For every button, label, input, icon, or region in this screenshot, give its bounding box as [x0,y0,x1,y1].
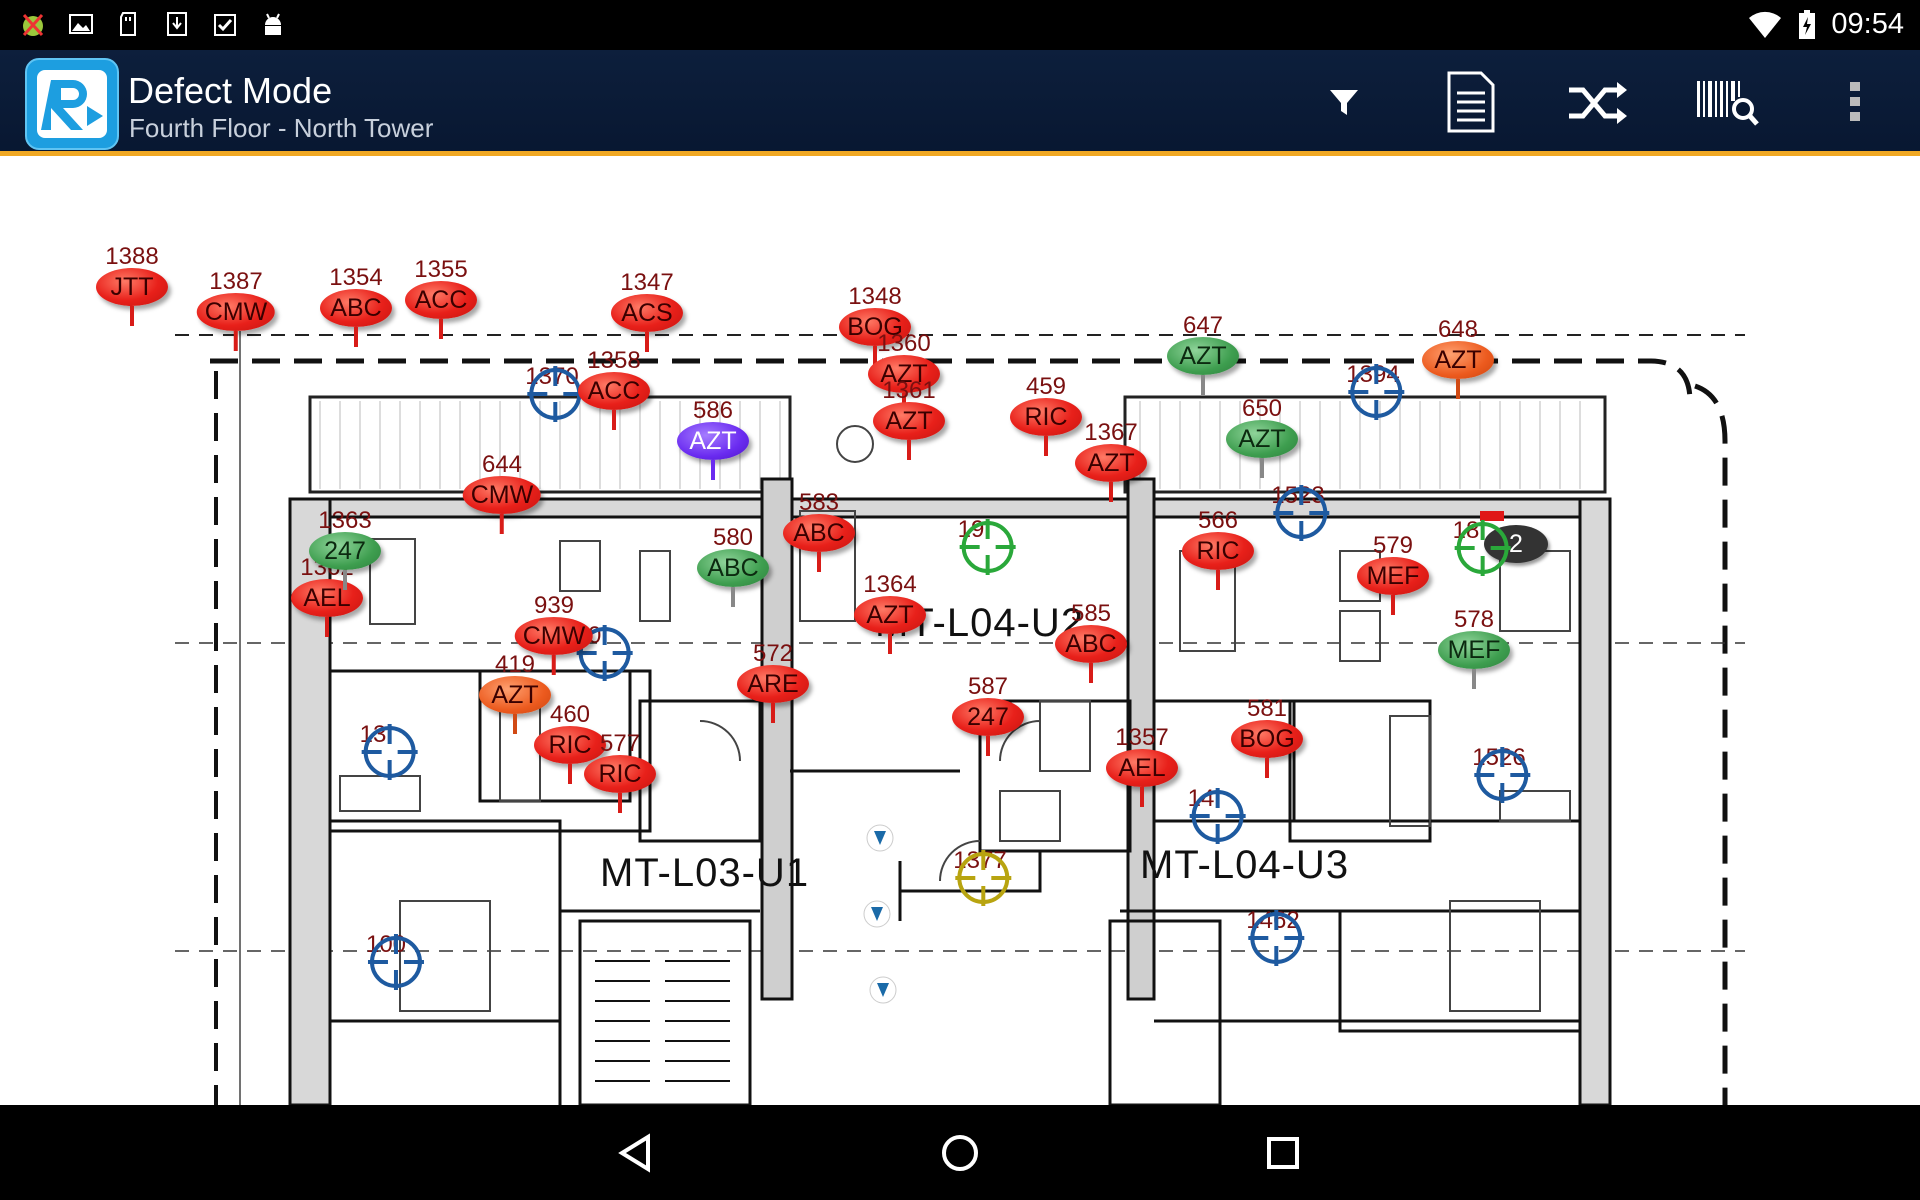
back-triangle-icon [618,1133,650,1173]
defect-pin[interactable]: 1355 ACC [405,257,477,339]
defect-pin[interactable]: 581 BOG [1231,696,1303,778]
defect-pin[interactable]: 650 AZT [1226,396,1298,478]
app-logo-icon [41,80,103,130]
crosshair-icon [1454,520,1511,576]
defect-pin[interactable]: 1363 247 [309,508,381,590]
defect-pin[interactable]: 644 CMW [462,452,542,534]
crosshair-icon [1248,910,1305,966]
defect-pin[interactable]: 1347 ACS [611,270,683,352]
defect-pin[interactable]: 580 ABC [697,525,769,607]
room-label-u3: MT-L04-U3 [1140,843,1350,887]
wifi-icon [1749,11,1782,38]
filter-icon [1330,90,1358,115]
app-bar-accent [0,151,1920,156]
defect-pin[interactable]: 566 RIC [1182,508,1254,590]
home-circle-icon [942,1135,978,1171]
clipboard-check-icon [214,14,236,36]
navigation-bar [0,1105,1920,1200]
defect-pin[interactable]: 1388 JTT [96,244,168,326]
crosshair-icon [959,519,1016,575]
image-icon [69,14,93,34]
location-target-marker[interactable]: 100 [366,932,424,990]
page-title: Defect Mode [128,70,333,111]
location-target-marker[interactable]: 18 [1453,518,1511,576]
defect-pin[interactable]: 1357 AEL [1106,725,1178,807]
crosshair-icon [527,366,584,422]
location-target-marker[interactable]: 13 [360,722,418,780]
floor-plan-canvas[interactable]: MT-L04-U2 MT-L03-U1 MT-L04-U3 2 1370 139… [0,161,1920,1105]
shuffle-icon [1569,82,1627,124]
defect-pin[interactable]: 587 247 [952,674,1024,756]
defect-pin[interactable]: 583 ABC [783,490,855,572]
location-target-marker[interactable]: 19 [958,517,1016,575]
defect-pin[interactable]: 579 MEF [1357,533,1429,615]
home-button[interactable] [932,1125,988,1181]
crosshair-icon [1348,364,1405,420]
android-icon [265,13,281,35]
crosshair-icon [361,724,418,780]
defect-pin[interactable]: 578 MEF [1438,607,1510,689]
defect-pin[interactable]: 1367 AZT [1075,420,1147,502]
defect-pin[interactable]: 586 AZT [677,398,749,480]
defect-pin[interactable]: 1354 ABC [320,265,392,347]
defect-pin[interactable]: 459 RIC [1010,374,1082,456]
document-list-button[interactable] [1439,70,1503,134]
sd-card-icon [120,12,136,36]
barcode-search-button[interactable] [1695,70,1759,134]
download-icon [167,12,187,36]
filter-button[interactable] [1312,70,1376,134]
status-bar: 09:54 [0,0,1920,50]
crosshair-icon [1189,788,1246,844]
defect-pin[interactable]: 1358 ACC [578,348,650,430]
defect-pin[interactable]: 577 RIC [584,731,656,813]
defect-pin[interactable]: 1361 AZT [873,378,945,460]
document-list-icon [1447,71,1495,133]
status-clock: 09:54 [1831,8,1904,40]
app-logo[interactable] [25,58,119,150]
shuffle-button[interactable] [1566,70,1630,134]
crosshair-icon [1273,485,1330,541]
battery-icon [1799,9,1816,39]
recents-button[interactable] [1255,1125,1311,1181]
defect-pin[interactable]: 572 ARE [737,641,809,723]
defect-pin[interactable]: 585 ABC [1055,601,1127,683]
page-subtitle: Fourth Floor - North Tower [129,113,434,143]
overflow-menu-icon [1850,82,1860,121]
location-target-marker[interactable]: 1526 [1472,745,1531,803]
location-target-marker[interactable]: 1370 [525,364,584,422]
back-button[interactable] [608,1125,664,1181]
crosshair-icon [367,934,424,990]
app-bar: Defect Mode Fourth Floor - North Tower [0,50,1920,156]
android-bug-icon [22,13,44,37]
barcode-search-icon [1697,81,1759,126]
recents-square-icon [1267,1137,1299,1169]
location-target-marker[interactable]: 14 [1188,786,1246,844]
defect-pin[interactable]: 648 AZT [1422,317,1494,399]
defect-pin[interactable]: 1387 CMW [196,269,276,351]
location-target-marker[interactable]: 1394 [1346,362,1405,420]
crosshair-icon [1474,747,1531,803]
location-target-marker[interactable]: 1377 [953,848,1012,906]
overflow-menu-button[interactable] [1823,70,1887,134]
location-target-marker[interactable]: 1523 [1271,483,1330,541]
defect-pin[interactable]: 1364 AZT [854,572,926,654]
crosshair-icon [955,850,1012,906]
room-label-u1: MT-L03-U1 [600,851,810,895]
defect-pin[interactable]: 647 AZT [1167,313,1239,395]
location-target-marker[interactable]: 1462 [1246,908,1305,966]
